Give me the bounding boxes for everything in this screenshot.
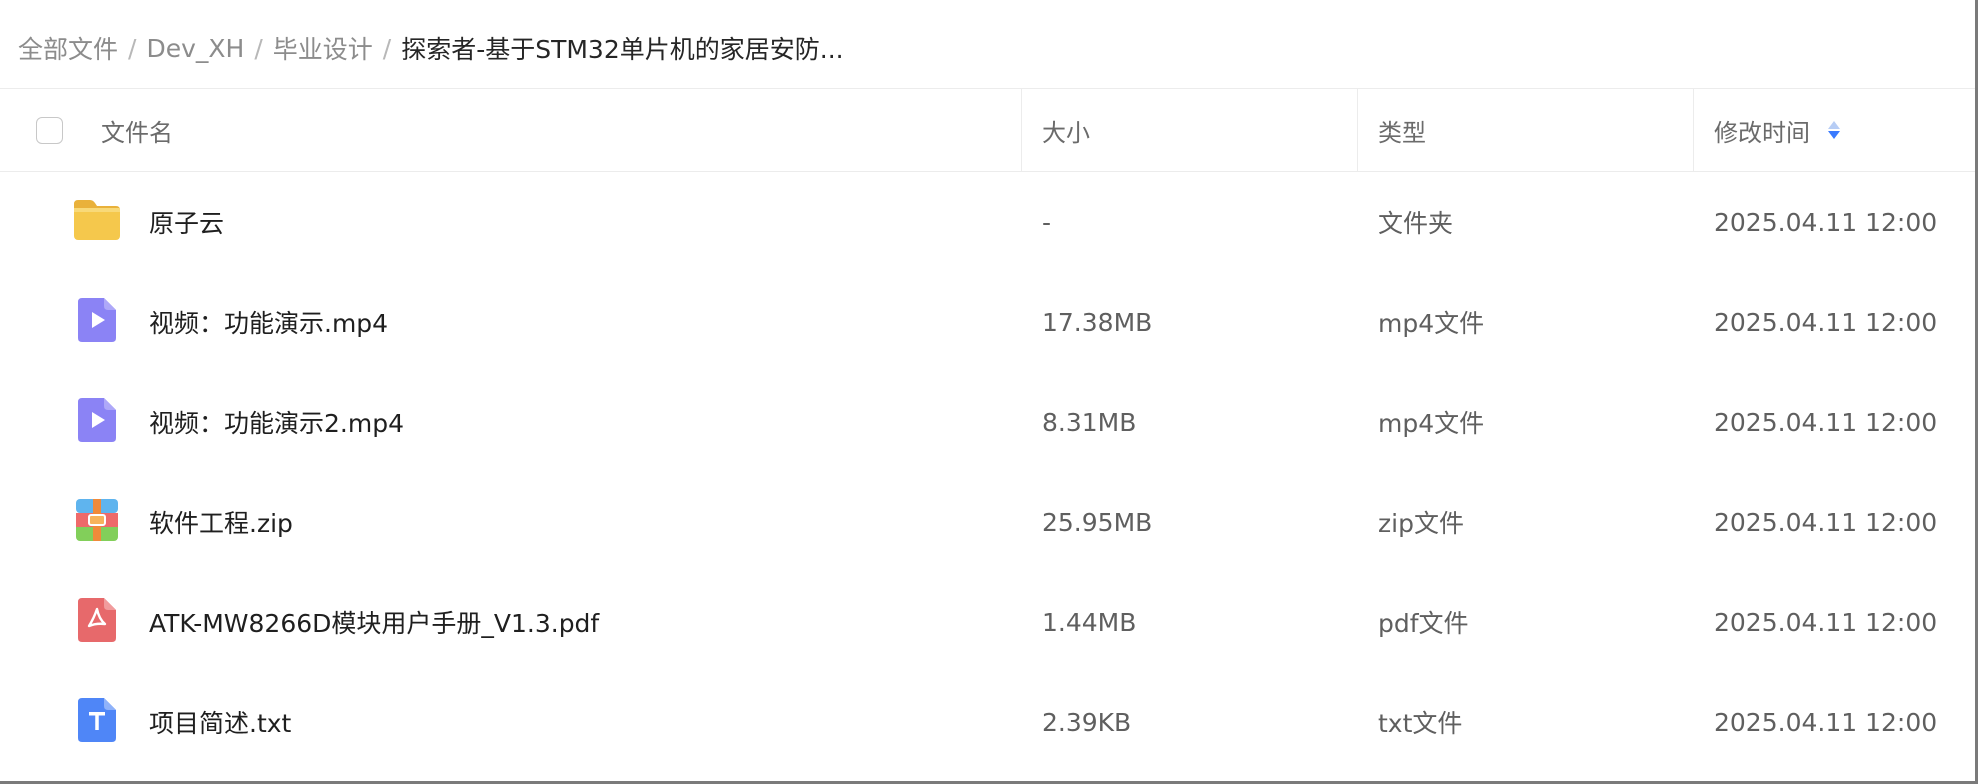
file-size: 25.95MB	[1042, 507, 1153, 537]
file-table: 文件名 大小 类型 修改时间 原子云 - 文件夹 2025.04.11 12:0…	[0, 88, 1975, 772]
breadcrumb-separator: /	[128, 33, 137, 63]
file-name[interactable]: 项目简述.txt	[149, 672, 291, 772]
breadcrumb-separator: /	[254, 33, 263, 63]
file-modified: 2025.04.11 12:00	[1714, 207, 1938, 237]
breadcrumb-item-dev-xh[interactable]: Dev_XH	[146, 34, 244, 63]
file-size: 1.44MB	[1042, 607, 1137, 637]
file-type: pdf文件	[1378, 609, 1469, 638]
table-body: 原子云 - 文件夹 2025.04.11 12:00 视频：功能演示.mp4 1…	[0, 172, 1975, 772]
column-header-modified-label: 修改时间	[1714, 118, 1810, 147]
file-modified: 2025.04.11 12:00	[1714, 707, 1938, 737]
table-row[interactable]: 原子云 - 文件夹 2025.04.11 12:00	[0, 172, 1975, 272]
column-divider	[1021, 89, 1022, 171]
pdf-file-icon	[78, 598, 116, 646]
breadcrumb-current-folder: 探索者-基于STM32单片机的家居安防...	[401, 35, 844, 64]
column-divider	[1357, 89, 1358, 171]
txt-file-icon	[78, 698, 116, 746]
breadcrumb-item-all-files[interactable]: 全部文件	[18, 30, 118, 66]
breadcrumb-item-graduation-design[interactable]: 毕业设计	[273, 30, 373, 66]
file-type: mp4文件	[1378, 309, 1485, 338]
sort-icon[interactable]	[1828, 121, 1840, 139]
sort-ascending-arrow	[1828, 121, 1840, 129]
file-browser: 全部文件 / Dev_XH / 毕业设计 / 探索者-基于STM32单片机的家居…	[0, 0, 1978, 784]
column-divider	[1693, 89, 1694, 171]
column-header-size[interactable]: 大小	[1042, 89, 1090, 171]
file-modified: 2025.04.11 12:00	[1714, 307, 1938, 337]
table-row[interactable]: 项目简述.txt 2.39KB txt文件 2025.04.11 12:00	[0, 672, 1975, 772]
file-size: 17.38MB	[1042, 307, 1153, 337]
table-row[interactable]: 视频：功能演示.mp4 17.38MB mp4文件 2025.04.11 12:…	[0, 272, 1975, 372]
file-name[interactable]: ATK-MW8266D模块用户手册_V1.3.pdf	[149, 572, 599, 672]
column-header-type[interactable]: 类型	[1378, 89, 1426, 171]
video-file-icon	[78, 298, 116, 346]
file-name[interactable]: 视频：功能演示.mp4	[149, 272, 388, 372]
folder-icon	[72, 198, 122, 246]
table-row[interactable]: ATK-MW8266D模块用户手册_V1.3.pdf 1.44MB pdf文件 …	[0, 572, 1975, 672]
select-all-checkbox[interactable]	[36, 117, 63, 144]
video-file-icon	[78, 398, 116, 446]
breadcrumb-separator: /	[382, 33, 392, 63]
file-size: 8.31MB	[1042, 407, 1137, 437]
file-type: txt文件	[1378, 709, 1463, 738]
table-row[interactable]: 软件工程.zip 25.95MB zip文件 2025.04.11 12:00	[0, 472, 1975, 572]
file-modified: 2025.04.11 12:00	[1714, 507, 1938, 537]
file-name[interactable]: 原子云	[149, 172, 224, 272]
file-type: 文件夹	[1378, 209, 1454, 238]
table-row[interactable]: 视频：功能演示2.mp4 8.31MB mp4文件 2025.04.11 12:…	[0, 372, 1975, 472]
file-type: zip文件	[1378, 509, 1464, 538]
file-name[interactable]: 视频：功能演示2.mp4	[149, 372, 404, 472]
column-header-name[interactable]: 文件名	[101, 89, 173, 171]
file-modified: 2025.04.11 12:00	[1714, 407, 1938, 437]
file-size: -	[1042, 207, 1052, 237]
file-size: 2.39KB	[1042, 707, 1132, 737]
file-modified: 2025.04.11 12:00	[1714, 607, 1938, 637]
zip-file-icon	[76, 499, 118, 545]
table-header: 文件名 大小 类型 修改时间	[0, 88, 1975, 172]
sort-descending-arrow	[1828, 131, 1840, 139]
file-type: mp4文件	[1378, 409, 1485, 438]
breadcrumb: 全部文件 / Dev_XH / 毕业设计 / 探索者-基于STM32单片机的家居…	[18, 28, 844, 68]
column-header-modified[interactable]: 修改时间	[1714, 89, 1840, 171]
file-name[interactable]: 软件工程.zip	[149, 472, 293, 572]
